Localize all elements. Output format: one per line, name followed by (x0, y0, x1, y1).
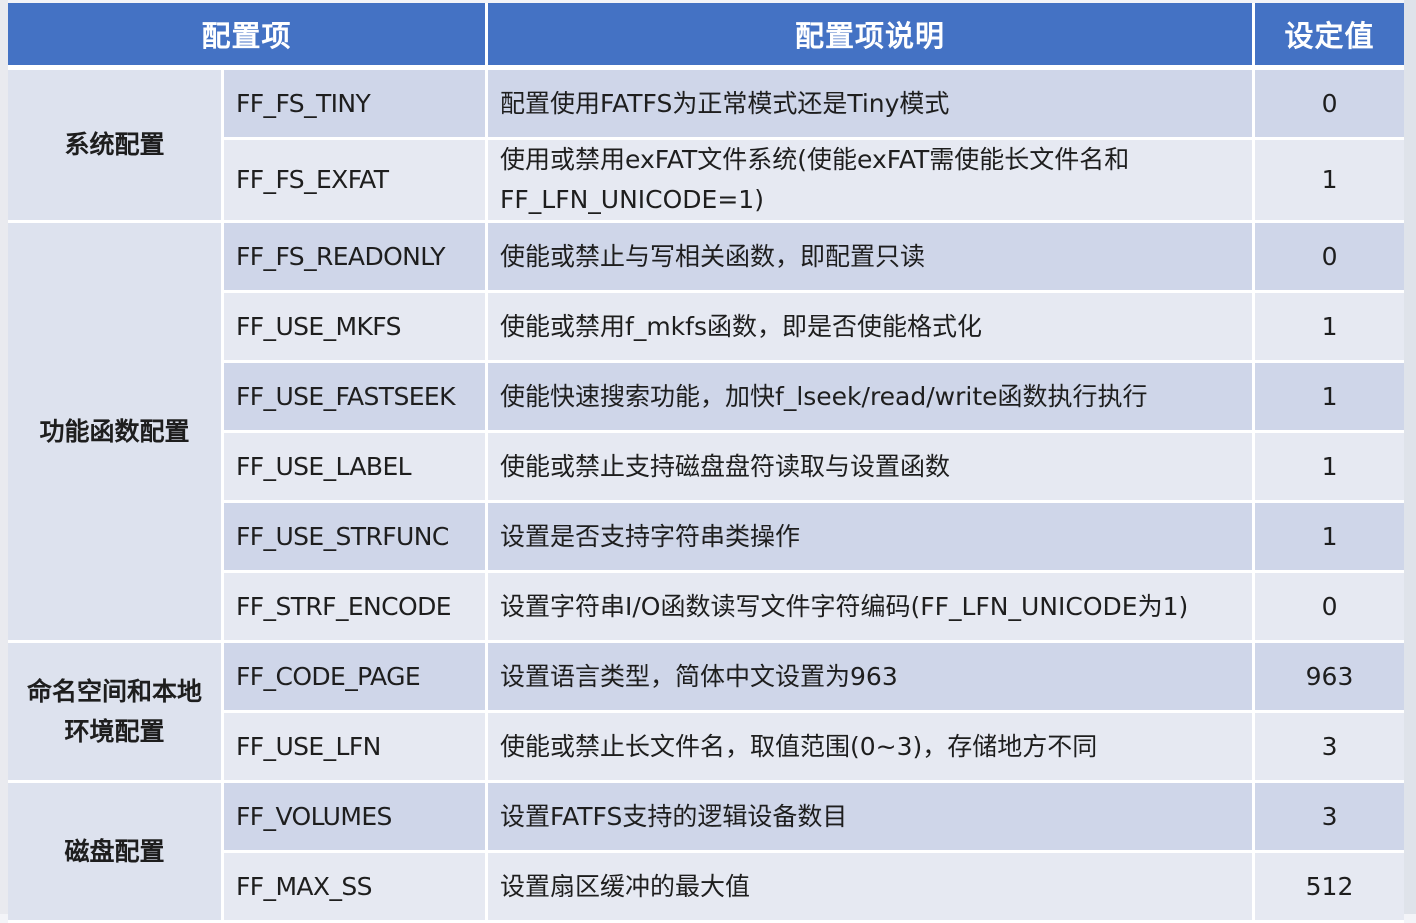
group-cell: 命名空间和本地环境配置 (8, 643, 224, 783)
config-key: FF_CODE_PAGE (224, 643, 489, 713)
config-value: 0 (1255, 573, 1405, 643)
config-key: FF_USE_STRFUNC (224, 503, 489, 573)
config-key: FF_USE_FASTSEEK (224, 363, 489, 433)
config-value: 1 (1255, 293, 1405, 363)
table-row: 功能函数配置 FF_FS_READONLY 使能或禁止与写相关函数，即配置只读 … (8, 223, 1405, 643)
config-key: FF_FS_EXFAT (224, 140, 489, 223)
config-key: FF_MAX_SS (224, 853, 489, 923)
config-value: 1 (1255, 363, 1405, 433)
header-row: 配置项 配置项说明 设定值 (8, 3, 1405, 70)
config-desc: 使能或禁止长文件名，取值范围(0~3)，存储地方不同 (488, 713, 1256, 783)
left-edge (0, 0, 8, 914)
config-table: 配置项 配置项说明 设定值 系统配置 FF_FS_TINY 配置使用FATFS为… (8, 3, 1405, 923)
header-config-item: 配置项 (8, 3, 489, 70)
config-desc: 配置使用FATFS为正常模式还是Tiny模式 (488, 70, 1256, 140)
config-key: FF_USE_LFN (224, 713, 489, 783)
config-value: 0 (1255, 223, 1405, 293)
config-desc: 设置字符串I/O函数读写文件字符编码(FF_LFN_UNICODE为1) (488, 573, 1256, 643)
group-cell: 系统配置 (8, 70, 224, 223)
header-set-value: 设定值 (1255, 3, 1405, 70)
slide-frame: 配置项 配置项说明 设定值 系统配置 FF_FS_TINY 配置使用FATFS为… (0, 0, 1416, 923)
config-desc: 设置语言类型，简体中文设置为963 (488, 643, 1256, 713)
config-desc: 设置是否支持字符串类操作 (488, 503, 1256, 573)
config-key: FF_USE_LABEL (224, 433, 489, 503)
config-value: 512 (1255, 853, 1405, 923)
config-key: FF_USE_MKFS (224, 293, 489, 363)
config-key: FF_STRF_ENCODE (224, 573, 489, 643)
header-config-desc: 配置项说明 (488, 3, 1256, 70)
config-key: FF_FS_TINY (224, 70, 489, 140)
config-desc: 使能或禁止与写相关函数，即配置只读 (488, 223, 1256, 293)
group-cell: 磁盘配置 (8, 783, 224, 923)
table-row: 磁盘配置 FF_VOLUMES 设置FATFS支持的逻辑设备数目 3 (8, 783, 1405, 923)
config-desc: 使能或禁止支持磁盘盘符读取与设置函数 (488, 433, 1256, 503)
right-edge (1404, 0, 1416, 914)
config-value: 3 (1255, 783, 1405, 853)
config-desc: 设置扇区缓冲的最大值 (488, 853, 1256, 923)
config-desc: 使能快速搜索功能，加快f_lseek/read/write函数执行执行 (488, 363, 1256, 433)
config-value: 1 (1255, 433, 1405, 503)
config-desc: 设置FATFS支持的逻辑设备数目 (488, 783, 1256, 853)
config-desc: 使能或禁用f_mkfs函数，即是否使能格式化 (488, 293, 1256, 363)
group-cell: 功能函数配置 (8, 223, 224, 643)
config-desc: 使用或禁用exFAT文件系统(使能exFAT需使能长文件名和FF_LFN_UNI… (488, 140, 1256, 223)
table-row: 系统配置 FF_FS_TINY 配置使用FATFS为正常模式还是Tiny模式 0 (8, 70, 1405, 223)
table-row: 命名空间和本地环境配置 FF_CODE_PAGE 设置语言类型，简体中文设置为9… (8, 643, 1405, 783)
config-value: 1 (1255, 503, 1405, 573)
config-key: FF_FS_READONLY (224, 223, 489, 293)
config-value: 963 (1255, 643, 1405, 713)
config-value: 1 (1255, 140, 1405, 223)
config-value: 0 (1255, 70, 1405, 140)
config-value: 3 (1255, 713, 1405, 783)
config-key: FF_VOLUMES (224, 783, 489, 853)
